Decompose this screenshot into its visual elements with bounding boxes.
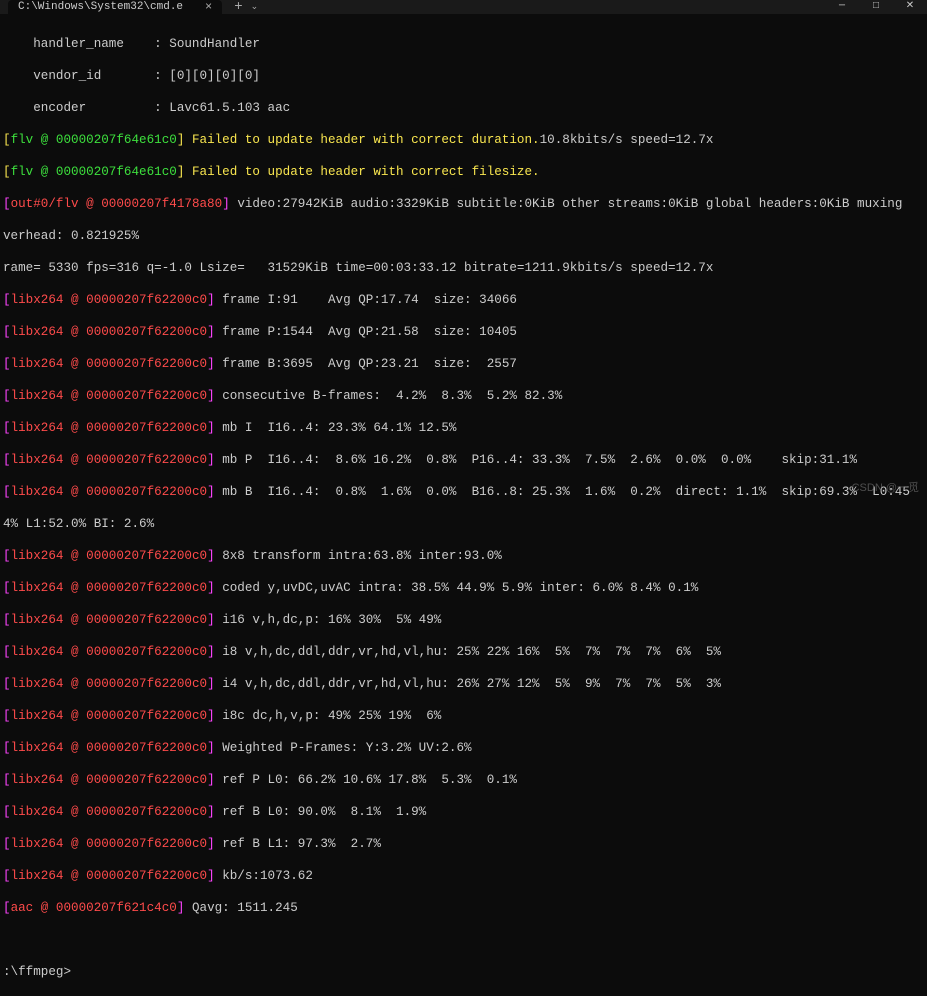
prompt[interactable]: :\ffmpeg>: [3, 964, 924, 980]
x264-line: [libx264 @ 00000207f62200c0] consecutive…: [3, 388, 924, 404]
out-line: [out#0/flv @ 00000207f4178a80] video:279…: [3, 196, 924, 212]
aac-line: [aac @ 00000207f621c4c0] Qavg: 1511.245: [3, 900, 924, 916]
x264-line: [libx264 @ 00000207f62200c0] frame B:369…: [3, 356, 924, 372]
x264-line: [libx264 @ 00000207f62200c0] mb I I16..4…: [3, 420, 924, 436]
x264-line: [libx264 @ 00000207f62200c0] i4 v,h,dc,d…: [3, 676, 924, 692]
new-tab-button[interactable]: +: [234, 0, 242, 15]
x264-line: [libx264 @ 00000207f62200c0] ref B L1: 9…: [3, 836, 924, 852]
terminal-output: handler_name : SoundHandler vendor_id : …: [0, 14, 927, 996]
overhead-line: verhead: 0.821925%: [3, 228, 924, 244]
x264-line: [libx264 @ 00000207f62200c0] i8 v,h,dc,d…: [3, 644, 924, 660]
close-icon[interactable]: ×: [205, 0, 212, 15]
flv-warn-1: [flv @ 00000207f64e61c0] Failed to updat…: [3, 132, 924, 148]
tab-active[interactable]: C:\Windows\System32\cmd.e ×: [8, 0, 222, 14]
chevron-down-icon[interactable]: ⌄: [251, 0, 259, 15]
meta-vendor: vendor_id : [0][0][0][0]: [3, 68, 924, 84]
x264-line: [libx264 @ 00000207f62200c0] kb/s:1073.6…: [3, 868, 924, 884]
flv-warn-2: [flv @ 00000207f64e61c0] Failed to updat…: [3, 164, 924, 180]
x264-line: [libx264 @ 00000207f62200c0] frame I:91 …: [3, 292, 924, 308]
frame-summary: rame= 5330 fps=316 q=-1.0 Lsize= 31529Ki…: [3, 260, 924, 276]
titlebar: C:\Windows\System32\cmd.e × + ⌄ ─ □ ✕: [0, 0, 927, 14]
tab-title: C:\Windows\System32\cmd.e: [18, 0, 183, 15]
window-controls: ─ □ ✕: [825, 0, 927, 14]
watermark: CSDN @一觅: [852, 480, 919, 496]
blank-line: [3, 932, 924, 948]
x264-line: [libx264 @ 00000207f62200c0] ref P L0: 6…: [3, 772, 924, 788]
x264-line: [libx264 @ 00000207f62200c0] i16 v,h,dc,…: [3, 612, 924, 628]
x264-line: [libx264 @ 00000207f62200c0] 8x8 transfo…: [3, 548, 924, 564]
x264-line: [libx264 @ 00000207f62200c0] coded y,uvD…: [3, 580, 924, 596]
x264-line: [libx264 @ 00000207f62200c0] Weighted P-…: [3, 740, 924, 756]
x264-line: [libx264 @ 00000207f62200c0] mb P I16..4…: [3, 452, 924, 468]
close-button[interactable]: ✕: [893, 0, 927, 14]
x264-line: [libx264 @ 00000207f62200c0] ref B L0: 9…: [3, 804, 924, 820]
minimize-button[interactable]: ─: [825, 0, 859, 14]
x264-line: [libx264 @ 00000207f62200c0] frame P:154…: [3, 324, 924, 340]
maximize-button[interactable]: □: [859, 0, 893, 14]
x264-line: [libx264 @ 00000207f62200c0] mb B I16..4…: [3, 484, 924, 500]
meta-handler: handler_name : SoundHandler: [3, 36, 924, 52]
meta-encoder: encoder : Lavc61.5.103 aac: [3, 100, 924, 116]
x264-line: [libx264 @ 00000207f62200c0] i8c dc,h,v,…: [3, 708, 924, 724]
x264-wrap: 4% L1:52.0% BI: 2.6%: [3, 516, 924, 532]
